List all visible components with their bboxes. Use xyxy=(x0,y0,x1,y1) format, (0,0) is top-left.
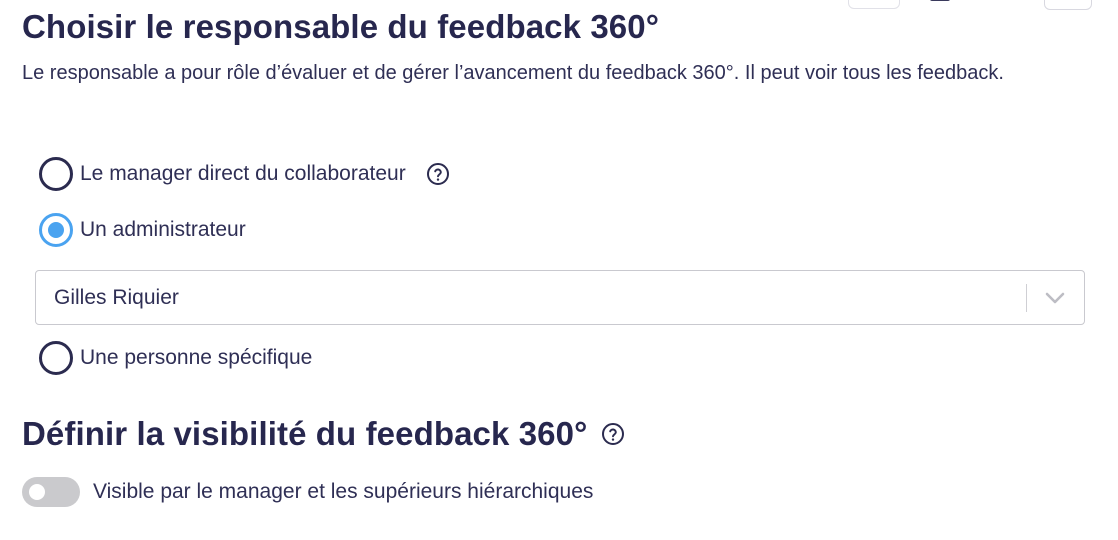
top-right-button-fragment[interactable] xyxy=(1044,0,1092,10)
top-text-fragment xyxy=(930,0,950,1)
help-circle-icon[interactable] xyxy=(601,422,625,446)
help-circle-icon[interactable] xyxy=(426,162,450,186)
radio-option-direct-manager[interactable]: Le manager direct du collaborateur xyxy=(39,157,450,191)
toggle-knob xyxy=(29,484,45,500)
visibility-toggle-label: Visible par le manager et les supérieurs… xyxy=(93,480,594,503)
top-button-fragment[interactable] xyxy=(848,0,900,9)
radio-option-specific-person[interactable]: Une personne spécifique xyxy=(39,341,312,375)
feedback-360-settings: Choisir le responsable du feedback 360° … xyxy=(0,0,1118,540)
owner-section-description: Le responsable a pour rôle d’évaluer et … xyxy=(22,62,1004,84)
radio-button-direct-manager[interactable] xyxy=(39,157,73,191)
radio-label-direct-manager: Le manager direct du collaborateur xyxy=(80,162,406,185)
owner-section-title: Choisir le responsable du feedback 360° xyxy=(22,8,659,45)
radio-button-administrator[interactable] xyxy=(39,213,73,247)
radio-option-administrator[interactable]: Un administrateur xyxy=(39,213,246,247)
visibility-toggle-row: Visible par le manager et les supérieurs… xyxy=(22,477,593,507)
administrator-select-value: Gilles Riquier xyxy=(54,286,179,309)
radio-label-administrator: Un administrateur xyxy=(80,218,246,241)
radio-selected-dot xyxy=(48,222,64,238)
radio-label-specific-person: Une personne spécifique xyxy=(80,346,313,369)
visibility-section-title-text: Définir la visibilité du feedback 360° xyxy=(22,415,588,452)
visibility-section-title: Définir la visibilité du feedback 360° xyxy=(22,415,625,453)
radio-button-specific-person[interactable] xyxy=(39,341,73,375)
chevron-down-icon[interactable] xyxy=(1044,290,1066,306)
administrator-select[interactable]: Gilles Riquier xyxy=(35,270,1085,325)
visibility-toggle[interactable] xyxy=(22,477,80,507)
select-separator xyxy=(1026,284,1027,312)
